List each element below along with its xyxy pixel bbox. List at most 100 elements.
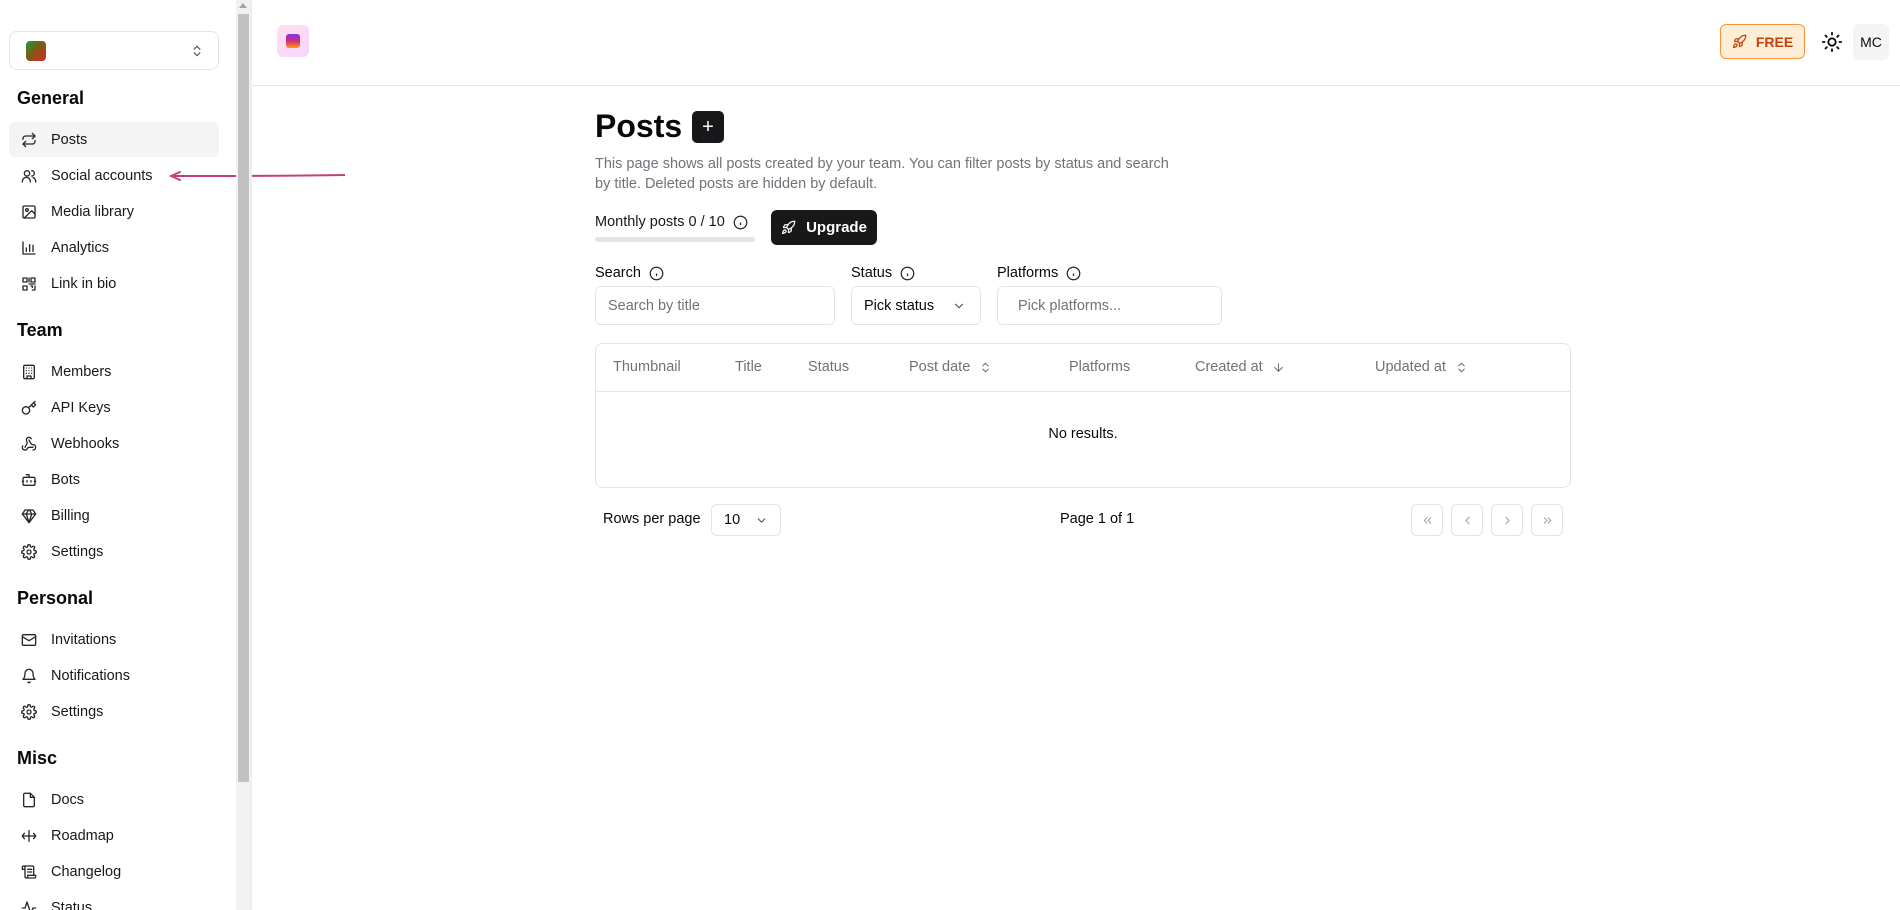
building-icon [23,364,35,379]
column-status: Status [808,359,850,375]
sidebar-item-label: Social accounts [51,167,153,184]
chevrons-up-down-icon [193,45,201,56]
activity-icon [21,900,37,910]
column-thumbnail: Thumbnail [613,359,681,375]
platforms-select[interactable]: Pick platforms... [997,286,1222,325]
sidebar-item-invitations[interactable]: Invitations [9,622,219,657]
search-label: Search [595,265,641,281]
sidebar-item-api-keys[interactable]: API Keys [9,390,219,425]
section-title-misc: Misc [17,748,58,768]
column-created-at[interactable]: Created at [1195,359,1285,375]
status-select[interactable]: Pick status [851,286,981,325]
sidebar-item-label: API Keys [51,399,111,416]
info-icon[interactable] [733,215,748,230]
sidebar: General Posts Social accounts Media libr… [0,0,236,910]
rows-per-page-label: Rows per page [603,511,701,527]
sidebar-item-media-library[interactable]: Media library [9,194,219,229]
scroll-icon [21,864,37,879]
sidebar-item-label: Webhooks [51,435,120,452]
top-bar: FREE MC [252,0,1900,86]
bell-icon [22,668,36,683]
posts-table: Thumbnail Title Status Post date Platfor… [595,343,1571,488]
sidebar-item-label: Analytics [51,239,110,256]
sidebar-item-label: Posts [51,131,88,148]
rocket-icon [782,220,796,235]
column-post-date[interactable]: Post date [909,359,992,375]
chevron-down-icon [757,517,766,523]
plan-button[interactable]: FREE [1720,24,1805,59]
sidebar-item-webhooks[interactable]: Webhooks [9,426,219,461]
first-page-button[interactable] [1411,504,1443,536]
sidebar-item-docs[interactable]: Docs [9,782,219,817]
rows-per-page-value: 10 [724,512,741,528]
sort-icon [1458,362,1465,372]
sidebar-item-label: Media library [51,203,134,220]
sidebar-item-label: Billing [51,507,90,524]
scroll-thumb[interactable] [238,14,249,782]
theme-toggle-button[interactable] [1817,27,1847,57]
divider [251,0,252,910]
page-title: Posts [595,108,683,144]
sidebar-item-label: Settings [51,543,104,560]
upgrade-button[interactable]: Upgrade [771,210,877,245]
qr-code-icon [22,276,36,291]
sidebar-scrollbar[interactable] [236,0,251,910]
section-title-team: Team [17,320,63,340]
sidebar-item-label: Roadmap [51,827,114,844]
rows-per-page-select[interactable]: 10 [711,504,781,536]
key-icon [21,400,37,415]
app-logo[interactable] [277,25,309,57]
table-header: Thumbnail Title Status Post date Platfor… [596,344,1570,392]
page-info: Page 1 of 1 [1060,511,1135,527]
add-post-button[interactable]: + [692,111,724,143]
column-title: Title [735,359,762,375]
sidebar-item-personal-settings[interactable]: Settings [9,694,219,729]
sidebar-item-label: Members [51,363,112,380]
repeat-icon [22,132,36,147]
sidebar-item-posts[interactable]: Posts [9,122,219,157]
sidebar-item-label: Changelog [51,863,122,880]
image-icon [22,204,36,219]
platforms-filter-label: Platforms [997,265,1081,281]
sidebar-item-bots[interactable]: Bots [9,462,219,497]
next-page-button[interactable] [1491,504,1523,536]
empty-state: No results. [1048,426,1118,442]
sidebar-item-link-in-bio[interactable]: Link in bio [9,266,219,301]
sidebar-item-label: Docs [51,791,85,808]
logo-mark-icon [286,34,300,48]
gear-icon [21,703,37,720]
sidebar-item-status[interactable]: Status [9,890,219,910]
search-filter-label: Search [595,265,664,281]
sort-icon [982,362,990,372]
avatar[interactable]: MC [1853,24,1889,60]
team-switcher[interactable] [9,31,219,70]
upgrade-label: Upgrade [806,219,867,236]
mail-icon [21,633,37,646]
sidebar-item-notifications[interactable]: Notifications [9,658,219,693]
sidebar-item-billing[interactable]: Billing [9,498,219,533]
arrow-down-icon [1273,362,1283,372]
sidebar-item-roadmap[interactable]: Roadmap [9,818,219,853]
previous-page-button[interactable] [1451,504,1483,536]
chevron-left-icon [1464,516,1470,524]
section-title-general: General [17,88,85,108]
sidebar-item-label: Invitations [51,631,117,648]
info-icon[interactable] [900,266,915,281]
last-page-button[interactable] [1531,504,1563,536]
sidebar-item-changelog[interactable]: Changelog [9,854,219,889]
chevrons-left-icon [1423,516,1431,524]
info-icon[interactable] [1066,266,1081,281]
info-icon[interactable] [649,266,664,281]
scroll-up-arrow-icon[interactable] [239,3,247,8]
search-input[interactable]: Search by title [595,286,835,325]
platforms-label: Platforms [997,265,1059,281]
sidebar-item-members[interactable]: Members [9,354,219,389]
page-description: This page shows all posts created by you… [595,156,1169,192]
sidebar-item-label: Settings [51,703,104,720]
sidebar-item-team-settings[interactable]: Settings [9,534,219,569]
sidebar-item-analytics[interactable]: Analytics [9,230,219,265]
gear-icon [21,543,37,560]
sun-icon [1821,31,1843,53]
column-updated-at[interactable]: Updated at [1375,359,1468,375]
monthly-posts-label: Monthly posts 0 / 10 [595,214,725,230]
